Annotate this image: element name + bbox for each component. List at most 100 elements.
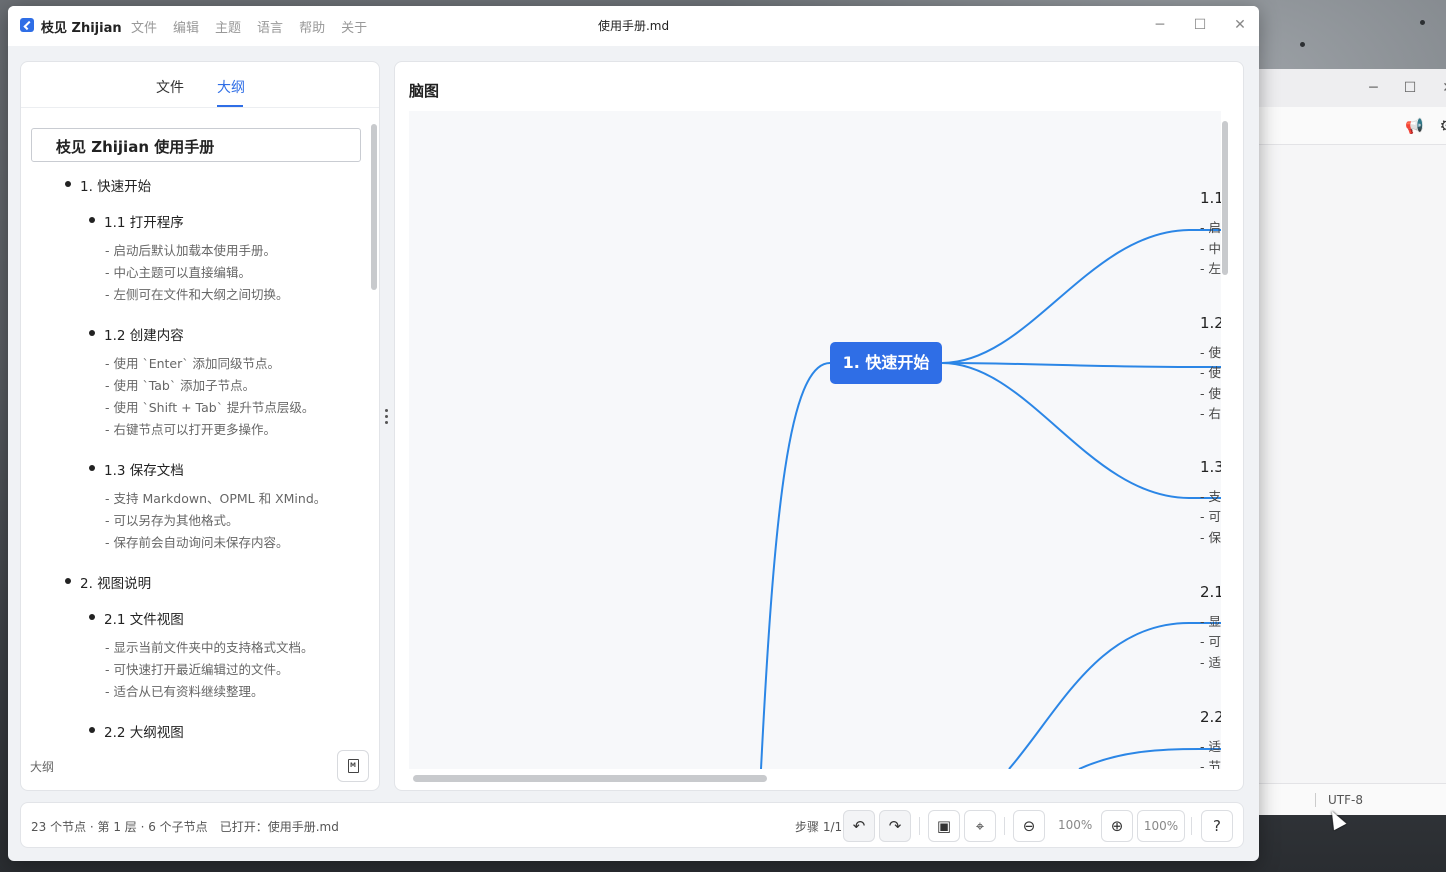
gear-icon[interactable]: ⚙: [1440, 116, 1446, 135]
outline-note[interactable]: - 使用 `Shift + Tab` 提升节点层级。: [105, 397, 314, 416]
maximize-icon[interactable]: ☐: [1188, 14, 1212, 36]
titlebar: 枝见 Zhijian 文件 编辑 主题 语言 帮助 关于 使用手册.md ─ ☐…: [8, 6, 1259, 46]
footer-label: 大纲: [30, 760, 55, 774]
branch-node[interactable]: 1.2: [1200, 314, 1221, 332]
connector: [760, 362, 831, 769]
minimize-icon[interactable]: ─: [1369, 80, 1377, 96]
outline-note[interactable]: - 使用 `Tab` 添加子节点。: [105, 375, 255, 394]
locate-icon: ⌖: [975, 817, 985, 835]
outline-note[interactable]: - 中心主题可以直接编辑。: [105, 262, 251, 281]
outline-note[interactable]: - 显示当前文件夹中的支持格式文档。: [105, 637, 314, 656]
outline-scrollbar[interactable]: [371, 124, 377, 290]
mindmap-canvas[interactable]: 1. 快速开始 1.1 - 启 - 中 - 左 1.2 - 使 - 使 - 使 …: [409, 111, 1221, 769]
left-panel-footer: 大纲: [21, 742, 379, 790]
bullet: [89, 330, 95, 336]
outline-note[interactable]: - 适合从已有资料继续整理。: [105, 681, 264, 700]
bullet: [65, 181, 71, 187]
outline-item[interactable]: 1. 快速开始: [80, 175, 151, 195]
mindmap-panel: 脑图 1. 快速开始 1.1 - 启 - 中 - 左 1.2 - 使 - 使 -: [394, 61, 1244, 791]
branch-note: - 使: [1200, 365, 1221, 380]
outline-note[interactable]: - 保存前会自动询问未保存内容。: [105, 532, 289, 551]
tab-files[interactable]: 文件: [156, 77, 184, 97]
zoom-in-button[interactable]: ⊕: [1101, 810, 1133, 842]
mindmap-center-node[interactable]: 1. 快速开始: [830, 342, 942, 384]
toolbar-divider: [1191, 817, 1192, 835]
toolbar-divider: [919, 817, 920, 835]
outline-tree: 枝见 Zhijian 使用手册 1. 快速开始 1.1 打开程序 - 启动后默认…: [21, 108, 379, 744]
tab-outline[interactable]: 大纲: [217, 77, 245, 97]
export-image-button[interactable]: ▣: [928, 810, 960, 842]
redo-button[interactable]: ↷: [879, 810, 911, 842]
branch-note: - 使: [1200, 345, 1221, 360]
bullet: [89, 217, 95, 223]
window-title: 使用手册.md: [597, 19, 670, 33]
bullet: [89, 465, 95, 471]
wall-dot: [1300, 42, 1305, 47]
outline-note[interactable]: - 启动后默认加载本使用手册。: [105, 240, 276, 259]
main-window: 枝见 Zhijian 文件 编辑 主题 语言 帮助 关于 使用手册.md ─ ☐…: [8, 6, 1259, 861]
status-bar: 23 个节点 · 第 1 层 · 6 个子节点 已打开：使用手册.md 步骤 1/…: [20, 802, 1244, 848]
bullet: [89, 614, 95, 620]
branch-note: - 可: [1200, 509, 1221, 524]
branch-node[interactable]: 1.1: [1200, 189, 1221, 207]
connector: [941, 362, 1221, 499]
markdown-file-icon: [348, 759, 359, 773]
export-markdown-button[interactable]: [337, 750, 369, 782]
branch-note: - 适: [1200, 655, 1221, 670]
branch-node[interactable]: 1.3: [1200, 458, 1221, 476]
image-icon: ▣: [936, 817, 952, 835]
branch-note: - 左: [1200, 261, 1221, 276]
outline-note[interactable]: - 使用 `Enter` 添加同级节点。: [105, 353, 280, 372]
undo-icon: ↶: [852, 817, 866, 835]
mindmap-vertical-scrollbar[interactable]: [1222, 121, 1228, 275]
mindmap-horizontal-scrollbar[interactable]: [413, 775, 767, 782]
zoom-out-icon: ⊖: [1022, 817, 1036, 835]
mindmap-connectors: [760, 229, 1221, 769]
branch-node[interactable]: 2.2: [1200, 708, 1221, 726]
maximize-icon[interactable]: ☐: [1404, 80, 1417, 96]
branch-note: - 中: [1200, 241, 1221, 256]
branch-note: - 保: [1200, 530, 1221, 545]
outline-note[interactable]: - 右键节点可以打开更多操作。: [105, 419, 276, 438]
branch-note: - 右: [1200, 406, 1221, 421]
undo-button[interactable]: ↶: [843, 810, 875, 842]
bullet: [65, 578, 71, 584]
background-window-titlebar: ─ ☐ ✕: [1259, 69, 1446, 107]
branch-note: - 支: [1200, 489, 1221, 504]
minimize-icon[interactable]: ─: [1148, 14, 1172, 36]
status-divider: [1315, 793, 1316, 807]
outline-item[interactable]: 2.2 大纲视图: [104, 721, 184, 741]
outline-note[interactable]: - 左侧可在文件和大纲之间切换。: [105, 284, 289, 303]
bullet: [89, 727, 95, 733]
help-icon: ?: [1213, 817, 1221, 835]
branch-note: - 使: [1200, 386, 1221, 401]
outline-item[interactable]: 1.2 创建内容: [104, 324, 184, 344]
outline-item[interactable]: 1.3 保存文档: [104, 459, 184, 479]
panel-tabs: 文件 大纲: [21, 62, 379, 108]
outline-root-input[interactable]: 枝见 Zhijian 使用手册: [31, 128, 361, 162]
close-icon[interactable]: ✕: [1228, 14, 1252, 36]
toolbar-divider: [1004, 817, 1005, 835]
connector: [941, 229, 1221, 364]
help-button[interactable]: ?: [1201, 810, 1233, 842]
left-panel: 文件 大纲 枝见 Zhijian 使用手册 1. 快速开始 1.1 打开程序 -…: [20, 61, 380, 791]
encoding-label[interactable]: UTF-8: [1328, 793, 1363, 807]
panel-splitter[interactable]: [384, 401, 388, 433]
outline-note[interactable]: - 可以另存为其他格式。: [105, 510, 238, 529]
branch-note: - 显: [1200, 614, 1221, 629]
outline-item[interactable]: 1.1 打开程序: [104, 211, 184, 231]
announcement-icon[interactable]: 📢: [1405, 117, 1424, 135]
status-info: 23 个节点 · 第 1 层 · 6 个子节点 已打开：使用手册.md: [31, 818, 339, 835]
branch-node[interactable]: 2.1: [1200, 583, 1221, 601]
zoom-reset-button[interactable]: 100%: [1137, 810, 1185, 842]
outline-item[interactable]: 2.1 文件视图: [104, 608, 184, 628]
background-window[interactable]: ─ ☐ ✕ 📢 ⚙ UTF-8: [1258, 69, 1446, 815]
close-icon[interactable]: ✕: [1442, 80, 1446, 96]
outline-item[interactable]: 2. 视图说明: [80, 572, 151, 592]
outline-note[interactable]: - 可快速打开最近编辑过的文件。: [105, 659, 289, 678]
outline-note[interactable]: - 支持 Markdown、OPML 和 XMind。: [105, 488, 326, 507]
zoom-level: 100%: [1058, 818, 1093, 832]
locate-button[interactable]: ⌖: [964, 810, 996, 842]
zoom-out-button[interactable]: ⊖: [1013, 810, 1045, 842]
node-summary: 23 个节点 · 第 1 层 · 6 个子节点: [31, 820, 208, 834]
